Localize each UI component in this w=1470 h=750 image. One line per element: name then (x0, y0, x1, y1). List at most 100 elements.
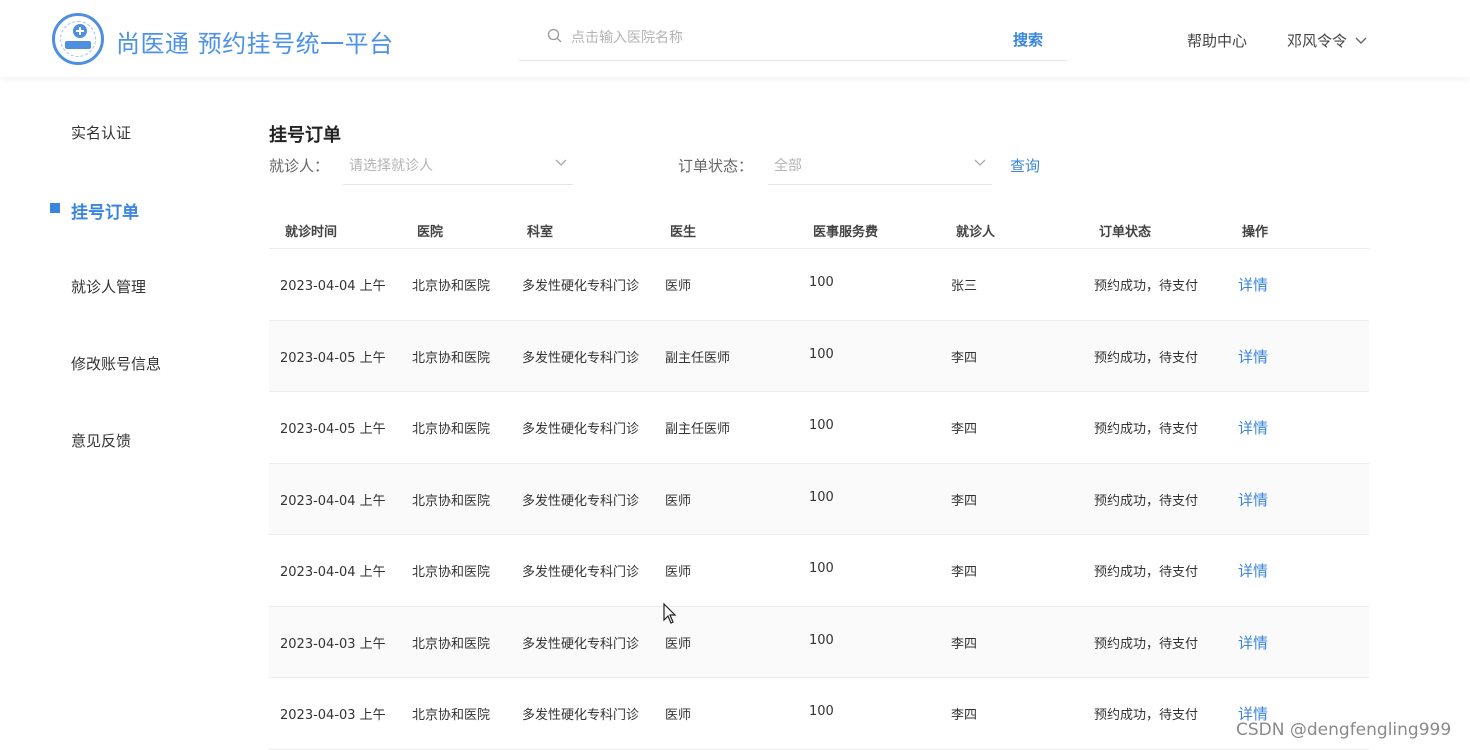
cell-doctor: 医师 (665, 279, 692, 294)
cell-hospital: 北京协和医院 (412, 422, 491, 437)
search-input[interactable] (571, 27, 971, 49)
cell-status: 预约成功，待支付 (1094, 636, 1199, 652)
cell-department: 多发性硬化专科门诊 (522, 279, 640, 294)
cell-department: 多发性硬化专科门诊 (522, 708, 640, 723)
cell-patient: 张三 (951, 279, 978, 294)
cell-hospital: 北京协和医院 (412, 565, 491, 580)
cell-patient: 李四 (951, 493, 978, 509)
cell-status: 预约成功，待支付 (1094, 350, 1199, 366)
cell-department: 多发性硬化专科门诊 (522, 565, 640, 580)
status-filter-label: 订单状态： (678, 157, 754, 175)
cell-hospital: 北京协和医院 (412, 279, 491, 294)
cell-status: 预约成功，待支付 (1094, 565, 1199, 580)
table-row: 2023-04-05 上午 北京协和医院 多发性硬化专科门诊 副主任医师 100… (269, 320, 1369, 392)
chevron-down-icon (974, 159, 986, 166)
detail-link[interactable]: 详情 (1238, 632, 1268, 653)
col-header-department: 科室 (527, 225, 554, 240)
cell-fee: 100 (809, 632, 834, 648)
cell-hospital: 北京协和医院 (412, 636, 491, 652)
cell-fee: 100 (809, 418, 834, 433)
cell-fee: 100 (809, 561, 834, 576)
detail-link[interactable]: 详情 (1238, 560, 1268, 581)
cell-patient: 李四 (951, 708, 978, 723)
help-center-link[interactable]: 帮助中心 (1187, 30, 1247, 51)
chevron-down-icon (555, 159, 567, 166)
col-header-hospital: 医院 (417, 225, 444, 240)
cell-time: 2023-04-04 上午 (280, 493, 386, 509)
cell-time: 2023-04-05 上午 (280, 350, 386, 366)
status-select-value: 全部 (774, 158, 802, 174)
sidebar-item-real-name-auth[interactable]: 实名认证 (71, 122, 131, 143)
col-header-action: 操作 (1242, 225, 1269, 240)
orders-table: 就诊时间 医院 科室 医生 医事服务费 就诊人 订单状态 操作 2023-04-… (269, 210, 1369, 750)
sidebar-item-feedback[interactable]: 意见反馈 (71, 430, 131, 451)
cell-fee: 100 (809, 704, 834, 719)
cell-doctor: 医师 (665, 636, 692, 652)
status-select[interactable]: 全部 (768, 145, 992, 185)
cell-hospital: 北京协和医院 (412, 493, 491, 509)
cell-doctor: 医师 (665, 708, 692, 723)
cell-time: 2023-04-03 上午 (280, 636, 386, 652)
cell-time: 2023-04-04 上午 (280, 565, 386, 580)
search-icon (547, 28, 562, 43)
chevron-down-icon (1355, 37, 1367, 44)
cell-status: 预约成功，待支付 (1094, 279, 1199, 294)
search-bar: 搜索 (519, 20, 1067, 61)
cell-status: 预约成功，待支付 (1094, 422, 1199, 437)
col-header-fee: 医事服务费 (813, 225, 879, 240)
table-row: 2023-04-04 上午 北京协和医院 多发性硬化专科门诊 医师 100 张三… (269, 249, 1369, 321)
cell-patient: 李四 (951, 565, 978, 580)
cell-patient: 李四 (951, 636, 978, 652)
cell-hospital: 北京协和医院 (412, 350, 491, 366)
cell-department: 多发性硬化专科门诊 (522, 350, 640, 366)
cell-fee: 100 (809, 346, 834, 362)
col-header-time: 就诊时间 (285, 225, 338, 240)
cell-time: 2023-04-03 上午 (280, 708, 386, 723)
table-header: 就诊时间 医院 科室 医生 医事服务费 就诊人 订单状态 操作 (269, 210, 1369, 249)
medical-cross-icon (73, 24, 87, 38)
col-header-doctor: 医生 (670, 225, 697, 240)
cell-doctor: 副主任医师 (665, 350, 731, 366)
cell-time: 2023-04-04 上午 (280, 279, 386, 294)
query-button[interactable]: 查询 (1010, 155, 1040, 176)
cell-status: 预约成功，待支付 (1094, 493, 1199, 509)
cell-department: 多发性硬化专科门诊 (522, 636, 640, 652)
cell-doctor: 医师 (665, 493, 692, 509)
detail-link[interactable]: 详情 (1238, 274, 1268, 295)
detail-link[interactable]: 详情 (1238, 489, 1268, 510)
col-header-status: 订单状态 (1099, 225, 1152, 240)
cell-hospital: 北京协和医院 (412, 708, 491, 723)
table-row: 2023-04-03 上午 北京协和医院 多发性硬化专科门诊 医师 100 李四… (269, 606, 1369, 678)
detail-link[interactable]: 详情 (1238, 346, 1268, 367)
search-button[interactable]: 搜索 (1013, 29, 1043, 50)
cell-patient: 李四 (951, 350, 978, 366)
table-row: 2023-04-04 上午 北京协和医院 多发性硬化专科门诊 医师 100 李四… (269, 463, 1369, 535)
cell-fee: 100 (809, 489, 834, 505)
user-name: 邓风令令 (1287, 32, 1348, 50)
cell-fee: 100 (809, 275, 834, 290)
site-logo[interactable] (52, 13, 104, 65)
sidebar-item-orders[interactable]: 挂号订单 (71, 198, 139, 223)
patient-select-placeholder: 请选择就诊人 (349, 158, 433, 174)
page-title: 挂号订单 (269, 125, 341, 146)
cell-doctor: 副主任医师 (665, 422, 731, 437)
table-row: 2023-04-05 上午 北京协和医院 多发性硬化专科门诊 副主任医师 100… (269, 392, 1369, 464)
watermark-text: CSDN @dengfengling999 (1236, 720, 1452, 740)
table-row: 2023-04-03 上午 北京协和医院 多发性硬化专科门诊 医师 100 李四… (269, 678, 1369, 750)
logo-banner (65, 41, 91, 49)
cell-time: 2023-04-05 上午 (280, 422, 386, 437)
top-header: 尚医通 预约挂号统一平台 搜索 帮助中心 邓风令令 (0, 0, 1470, 77)
sidebar-item-account-info[interactable]: 修改账号信息 (71, 353, 161, 374)
active-marker-icon (50, 203, 60, 213)
patient-select[interactable]: 请选择就诊人 (343, 145, 573, 185)
patient-filter-label: 就诊人： (269, 157, 330, 175)
cell-doctor: 医师 (665, 565, 692, 580)
site-title[interactable]: 尚医通 预约挂号统一平台 (116, 24, 394, 59)
user-menu[interactable]: 邓风令令 (1287, 30, 1367, 51)
sidebar-item-patient-management[interactable]: 就诊人管理 (71, 276, 146, 297)
detail-link[interactable]: 详情 (1238, 417, 1268, 438)
cell-status: 预约成功，待支付 (1094, 708, 1199, 723)
table-row: 2023-04-04 上午 北京协和医院 多发性硬化专科门诊 医师 100 李四… (269, 535, 1369, 607)
cell-department: 多发性硬化专科门诊 (522, 493, 640, 509)
col-header-patient: 就诊人 (956, 225, 996, 240)
